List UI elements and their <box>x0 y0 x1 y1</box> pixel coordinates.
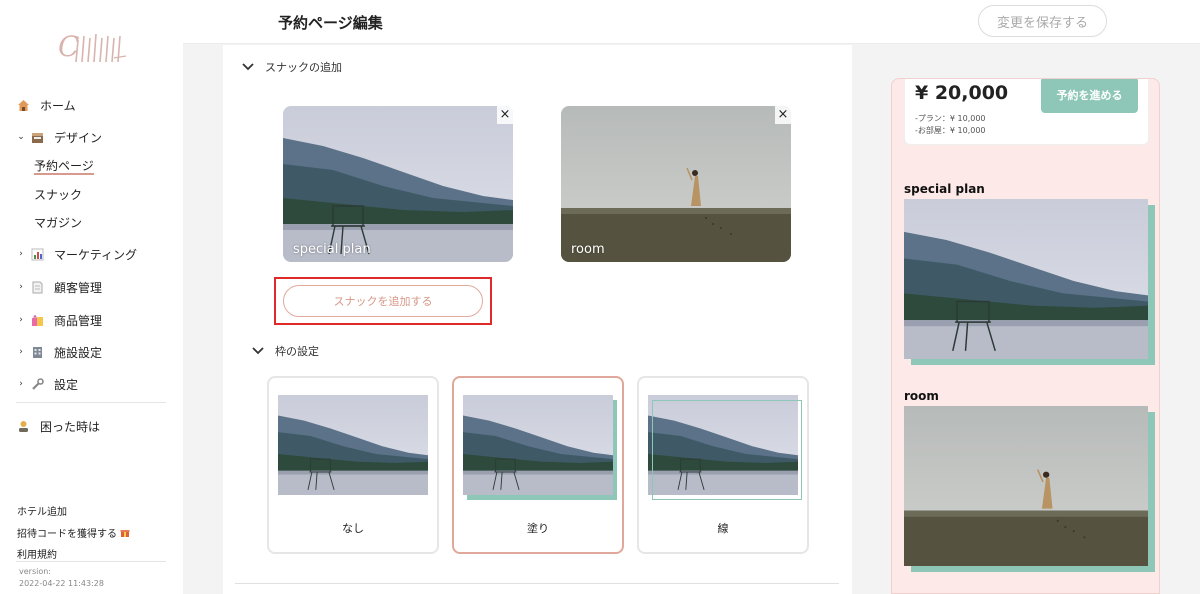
person-icon <box>16 419 30 433</box>
sidebar-subitem-reservation-page[interactable]: 予約ページ <box>34 157 94 175</box>
frame-option-none[interactable]: なし <box>267 376 439 554</box>
app-logo: C <box>58 30 127 63</box>
frame-line-outline <box>652 400 802 500</box>
sidebar-item-label: 商品管理 <box>54 313 103 328</box>
sidebar-item-design[interactable]: ⌄ デザイン <box>16 128 102 146</box>
frame-option-label: 線 <box>717 522 729 535</box>
total-price: ¥ 20,000 <box>915 82 1009 104</box>
close-icon[interactable]: × <box>775 106 791 124</box>
sidebar-subitem-magazine[interactable]: マガジン <box>34 214 82 232</box>
chevron-down-icon <box>242 63 254 71</box>
building-icon <box>30 345 44 359</box>
frame-section-title: 枠の設定 <box>275 345 319 358</box>
wrench-icon <box>30 377 44 391</box>
frame-section-toggle[interactable]: 枠の設定 <box>251 343 319 359</box>
plan-price-line: -プラン：¥ 10,000 <box>915 114 986 123</box>
sidebar-item-label: 顧客管理 <box>54 280 103 295</box>
frame-thumb-image <box>463 395 613 495</box>
sidebar-item-label: マーケティング <box>54 247 138 262</box>
sidebar-item-label: ホーム <box>40 98 76 113</box>
version-label: version: <box>19 567 51 576</box>
frame-option-line[interactable]: 線 <box>637 376 809 554</box>
document-icon <box>30 280 44 294</box>
sidebar: C ホーム ⌄ デザイン 予約ページ スナック マガジン › マーケティング ›… <box>0 0 183 594</box>
chart-icon <box>30 247 44 261</box>
snack-image <box>561 106 791 262</box>
help-label: 困った時は <box>40 419 101 434</box>
design-icon <box>30 130 44 144</box>
frame-thumb-image <box>278 395 428 495</box>
shopping-bag-icon <box>30 313 44 327</box>
sidebar-item-facility[interactable]: › 施設設定 <box>16 343 102 361</box>
sidebar-footer-divider <box>16 561 166 562</box>
snack-section-title: スナックの追加 <box>265 61 342 74</box>
snack-card-special-plan[interactable]: special plan × <box>283 106 513 262</box>
sidebar-item-marketing[interactable]: › マーケティング <box>16 245 137 263</box>
sidebar-item-label: デザイン <box>54 130 103 145</box>
chevron-right-icon: › <box>19 249 23 259</box>
sidebar-item-help[interactable]: 困った時は <box>16 417 100 435</box>
chevron-right-icon: › <box>19 379 23 389</box>
preview-image <box>904 199 1148 359</box>
preview-image-special-plan <box>904 199 1156 365</box>
add-hotel-link[interactable]: ホテル追加 <box>17 503 67 518</box>
chevron-down-icon <box>252 347 264 355</box>
room-price-line: -お部屋：¥ 10,000 <box>915 126 986 135</box>
preview-section-title: special plan <box>904 182 985 196</box>
frame-option-label: なし <box>342 522 364 535</box>
sidebar-divider <box>16 402 166 403</box>
close-icon[interactable]: × <box>497 106 513 124</box>
save-changes-button[interactable]: 変更を保存する <box>978 5 1107 37</box>
snack-image <box>283 106 513 262</box>
gift-icon <box>120 528 130 538</box>
sidebar-item-home[interactable]: ホーム <box>16 96 76 114</box>
sidebar-item-customers[interactable]: › 顧客管理 <box>16 278 102 296</box>
frame-option-fill[interactable]: 塗り <box>452 376 624 554</box>
sidebar-item-settings[interactable]: › 設定 <box>16 375 78 393</box>
sidebar-subitem-snack[interactable]: スナック <box>34 186 82 204</box>
top-header: 予約ページ編集 変更を保存する <box>183 0 1200 44</box>
booking-preview: ¥ 20,000 -プラン：¥ 10,000 -お部屋：¥ 10,000 予約を… <box>891 78 1160 594</box>
chevron-right-icon: › <box>19 315 23 325</box>
invite-code-label: 招待コードを獲得する <box>17 529 117 540</box>
page-title: 予約ページ編集 <box>278 14 383 32</box>
chevron-right-icon: › <box>19 347 23 357</box>
house-icon <box>16 98 30 112</box>
chevron-right-icon: › <box>19 282 23 292</box>
snack-card-room[interactable]: room × <box>561 106 791 262</box>
invite-code-link[interactable]: 招待コードを獲得する <box>17 525 130 540</box>
preview-image <box>904 406 1148 566</box>
terms-link[interactable]: 利用規約 <box>17 546 57 561</box>
preview-image-room <box>904 406 1156 572</box>
editor-panel: スナックの追加 special plan × room × スナックを追加する … <box>223 45 852 594</box>
snack-section-toggle[interactable]: スナックの追加 <box>241 59 342 75</box>
proceed-reservation-button[interactable]: 予約を進める <box>1041 79 1138 113</box>
version-date: 2022-04-22 11:43:28 <box>19 579 104 588</box>
preview-section-title: room <box>904 389 939 403</box>
snack-card-label: room <box>571 242 605 257</box>
sidebar-item-products[interactable]: › 商品管理 <box>16 311 102 329</box>
sidebar-item-label: 施設設定 <box>54 345 103 360</box>
add-snack-button[interactable]: スナックを追加する <box>283 285 483 317</box>
snack-card-label: special plan <box>293 242 371 257</box>
frame-option-label: 塗り <box>527 522 549 535</box>
sidebar-item-label: 設定 <box>54 377 79 392</box>
chevron-down-icon: ⌄ <box>17 132 25 142</box>
price-card: ¥ 20,000 -プラン：¥ 10,000 -お部屋：¥ 10,000 予約を… <box>904 79 1149 145</box>
editor-divider <box>235 583 839 584</box>
